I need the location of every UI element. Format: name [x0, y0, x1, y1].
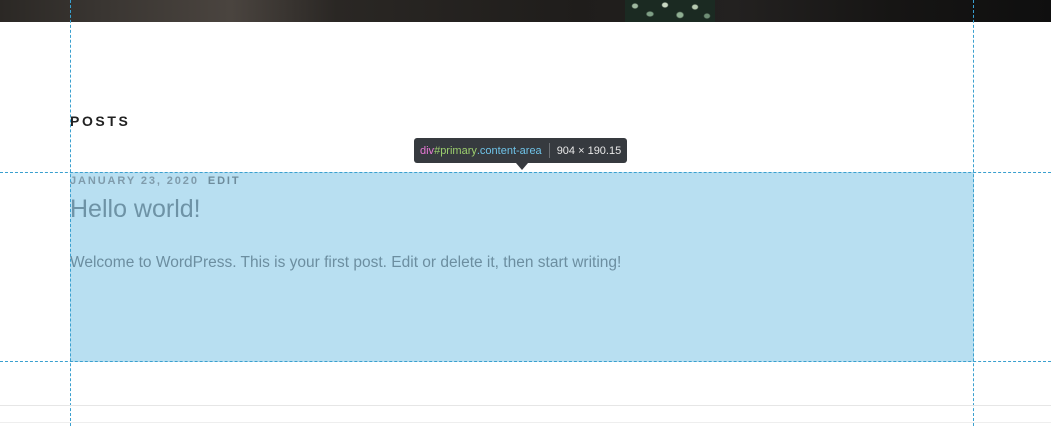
- tooltip-dimensions: 904 × 190.15: [556, 144, 622, 157]
- guide-line-right: [973, 0, 974, 426]
- guide-line-left: [70, 0, 71, 426]
- header-image: [0, 0, 1051, 22]
- guide-line-top: [0, 172, 1051, 173]
- tooltip-tag: div: [420, 144, 435, 157]
- post-meta: JANUARY 23, 2020 EDIT: [70, 175, 241, 187]
- edit-post-link[interactable]: EDIT: [208, 175, 241, 187]
- tooltip-separator: [548, 143, 550, 158]
- post-title[interactable]: Hello world!: [70, 195, 201, 224]
- inspector-tooltip: div # primary .content-area 904 × 190.15: [414, 138, 628, 163]
- tooltip-id: primary: [440, 144, 477, 157]
- post-excerpt: Welcome to WordPress. This is your first…: [70, 254, 622, 271]
- header-image-plant: [625, 0, 715, 22]
- page-title: POSTS: [70, 113, 131, 129]
- page: POSTS JANUARY 23, 2020 EDIT Hello world! …: [0, 0, 1051, 426]
- footer-divider: [0, 405, 1051, 406]
- tooltip-class: .content-area: [476, 144, 542, 157]
- post-date[interactable]: JANUARY 23, 2020: [70, 175, 199, 187]
- primary-content-area: JANUARY 23, 2020 EDIT Hello world! Welcom…: [70, 172, 974, 362]
- tooltip-arrow: [516, 163, 528, 170]
- guide-line-bottom: [0, 361, 1051, 362]
- footer-divider-secondary: [0, 422, 1051, 423]
